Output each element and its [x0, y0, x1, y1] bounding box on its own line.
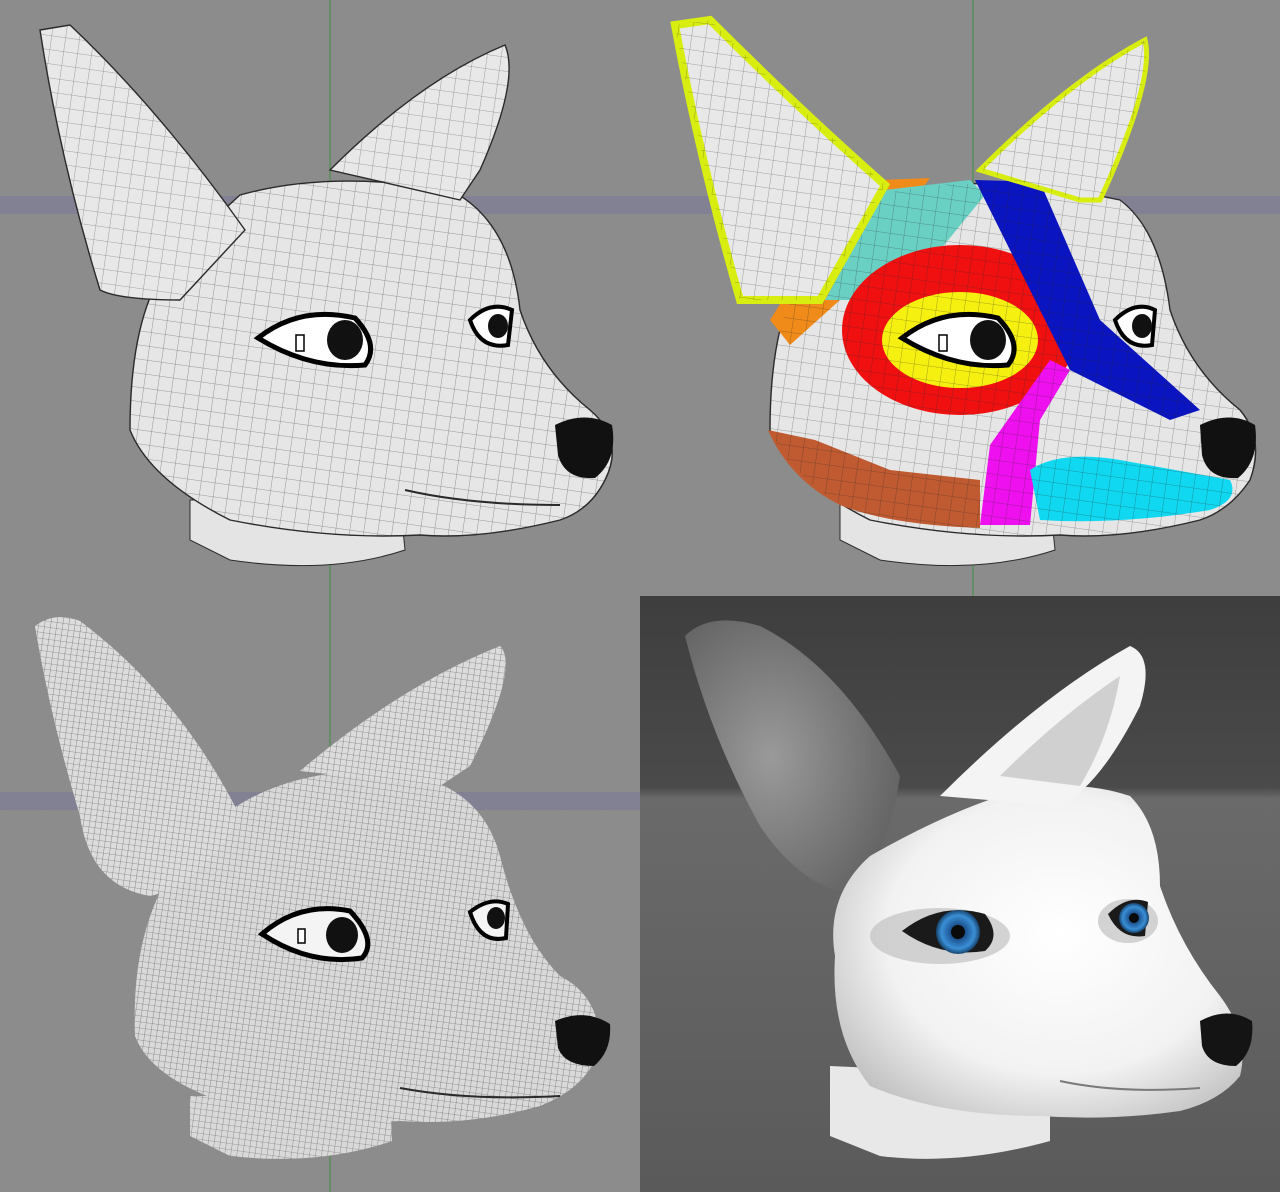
image-grid — [0, 0, 1280, 1192]
viewport-colored-loops — [640, 0, 1280, 596]
panel-wireframe-lowpoly — [0, 0, 640, 596]
viewport-subdivided — [0, 596, 640, 1192]
viewport-render — [640, 596, 1280, 1192]
panel-wireframe-colored-loops — [640, 0, 1280, 596]
panel-wireframe-subdivided — [0, 596, 640, 1192]
panel-render-final — [640, 596, 1280, 1192]
viewport-lowpoly — [0, 0, 640, 596]
